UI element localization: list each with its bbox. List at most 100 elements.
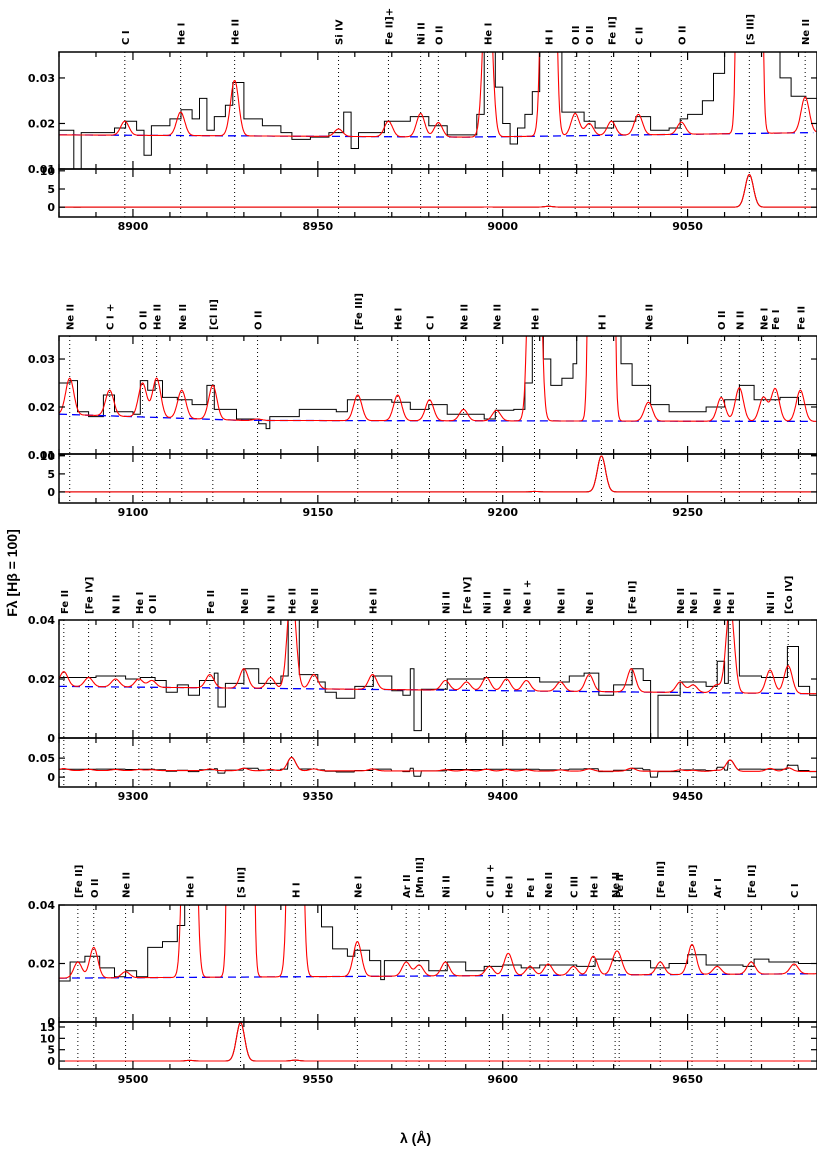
line-label: [Fe II] bbox=[627, 581, 638, 614]
spectrum-figure: C I He I He II Si IV Fe II]+ Ni II O II He IH I… bbox=[28, 8, 817, 1086]
observed-spectrum-full-scale bbox=[59, 1022, 817, 1062]
line-label: [Fe II] bbox=[688, 865, 699, 898]
line-label: Fe II bbox=[206, 590, 217, 614]
y-tick-label: 0.02 bbox=[28, 401, 55, 414]
observed-spectrum-full-scale bbox=[59, 455, 817, 493]
model-fit bbox=[59, 620, 817, 695]
x-tick-label: 9650 bbox=[672, 1073, 703, 1086]
x-tick-label: 9100 bbox=[118, 506, 149, 519]
x-tick-label: 9300 bbox=[118, 790, 149, 803]
line-label: Fe II bbox=[615, 874, 626, 898]
y-tick-label: 0.04 bbox=[28, 899, 55, 912]
line-label: Ne II bbox=[801, 19, 812, 45]
line-label: Ne I bbox=[689, 592, 700, 614]
line-label: [Co IV] bbox=[784, 576, 795, 614]
line-label: H I bbox=[597, 314, 608, 330]
line-label: Ne II bbox=[492, 304, 503, 330]
line-label: Fe I bbox=[526, 878, 537, 898]
x-tick-label: 9400 bbox=[487, 790, 518, 803]
line-label: Ar I bbox=[713, 878, 724, 898]
y-tick-label: 15 bbox=[40, 1021, 55, 1034]
line-label: He II bbox=[369, 588, 380, 614]
lower-plot-frame bbox=[58, 1021, 817, 1070]
observed-spectrum bbox=[59, 905, 817, 982]
model-fit-full-scale bbox=[59, 756, 817, 772]
y-tick-label: 0 bbox=[47, 486, 55, 499]
observed-spectrum-full-scale bbox=[59, 756, 817, 778]
model-fit-full-scale bbox=[59, 455, 817, 493]
upper-plot-frame bbox=[58, 335, 817, 455]
x-axis-label: λ (Å) bbox=[400, 1130, 432, 1146]
panel-4: [Fe II] O II Ne II He I [S III] H I Ne I Ar II[… bbox=[28, 857, 817, 1086]
y-tick-label: 0.02 bbox=[28, 958, 55, 971]
y-tick-label: 5 bbox=[47, 468, 55, 481]
line-label: [S III] bbox=[237, 867, 248, 898]
line-label: Ne II bbox=[310, 588, 321, 614]
line-label: C I bbox=[425, 315, 436, 330]
line-label: [Fe IV] bbox=[462, 577, 473, 614]
x-tick-label: 8950 bbox=[303, 220, 334, 233]
line-label: [Fe II] bbox=[747, 865, 758, 898]
line-label: O II bbox=[254, 311, 265, 330]
line-label: C II bbox=[634, 27, 645, 45]
line-label: Ne II bbox=[556, 588, 567, 614]
line-label: O II bbox=[90, 879, 101, 898]
x-tick-label: 9500 bbox=[118, 1073, 149, 1086]
line-label: Ne II bbox=[66, 304, 77, 330]
line-label: H I bbox=[545, 29, 556, 45]
lower-plot-frame bbox=[58, 453, 817, 504]
x-tick-label: 9550 bbox=[303, 1073, 334, 1086]
line-label: He I bbox=[135, 592, 146, 614]
y-tick-label: 0 bbox=[47, 732, 55, 745]
line-label: Ne II bbox=[240, 588, 251, 614]
x-tick-label: 9150 bbox=[303, 506, 334, 519]
upper-plot-frame bbox=[58, 619, 817, 739]
line-label: N II bbox=[267, 595, 278, 614]
y-tick-label: 0.05 bbox=[28, 752, 55, 765]
line-label: O II bbox=[434, 26, 445, 45]
line-label: O II bbox=[717, 311, 728, 330]
y-tick-label: 10 bbox=[40, 1032, 56, 1045]
x-tick-label: 8900 bbox=[118, 220, 149, 233]
line-label: Ne II bbox=[502, 588, 513, 614]
line-label: Ni II bbox=[482, 591, 493, 614]
line-label: He I bbox=[177, 23, 188, 45]
line-label: He I bbox=[531, 308, 542, 330]
line-label: O II bbox=[139, 311, 150, 330]
x-tick-label: 9250 bbox=[672, 506, 703, 519]
line-label: H I bbox=[291, 882, 302, 898]
line-label: Ni II bbox=[441, 591, 452, 614]
x-tick-label: 9600 bbox=[487, 1073, 518, 1086]
line-label: O II bbox=[148, 595, 159, 614]
y-tick-label: 0.03 bbox=[28, 72, 55, 85]
line-label: Ne II bbox=[712, 588, 723, 614]
line-label: Ne II bbox=[178, 304, 189, 330]
line-label: O II bbox=[585, 26, 596, 45]
observed-spectrum bbox=[59, 52, 817, 169]
panel-2: Ne II C I + O II He II Ne II [Cl II] O II [Fe I… bbox=[28, 293, 817, 519]
line-label: He I bbox=[484, 23, 495, 45]
line-label: [Fe III] bbox=[656, 861, 667, 898]
line-label: Ni II bbox=[417, 22, 428, 45]
line-label: He II bbox=[231, 19, 242, 45]
line-label: Ne II bbox=[460, 304, 471, 330]
y-tick-label: 5 bbox=[47, 1044, 55, 1057]
observed-spectrum-full-scale bbox=[59, 174, 817, 208]
line-label: N II bbox=[112, 595, 123, 614]
line-label: Ar II bbox=[402, 874, 413, 898]
y-tick-label: 0.04 bbox=[28, 614, 55, 627]
line-label: Ne I + bbox=[522, 580, 533, 614]
line-label: [Fe II] bbox=[74, 865, 85, 898]
line-label: Fe II] bbox=[607, 16, 618, 45]
upper-plot-frame bbox=[58, 904, 817, 1023]
line-label: Fe II]+ bbox=[384, 8, 395, 45]
line-label: C III + bbox=[485, 864, 496, 898]
y-tick-label: 0 bbox=[47, 771, 55, 784]
line-label: Ni II bbox=[441, 875, 452, 898]
model-fit bbox=[59, 905, 817, 979]
model-fit bbox=[59, 336, 817, 422]
line-label: [S III] bbox=[745, 14, 756, 45]
y-tick-label: 0.03 bbox=[28, 353, 55, 366]
model-fit-full-scale bbox=[59, 1022, 817, 1062]
line-label: Si IV bbox=[335, 19, 346, 45]
